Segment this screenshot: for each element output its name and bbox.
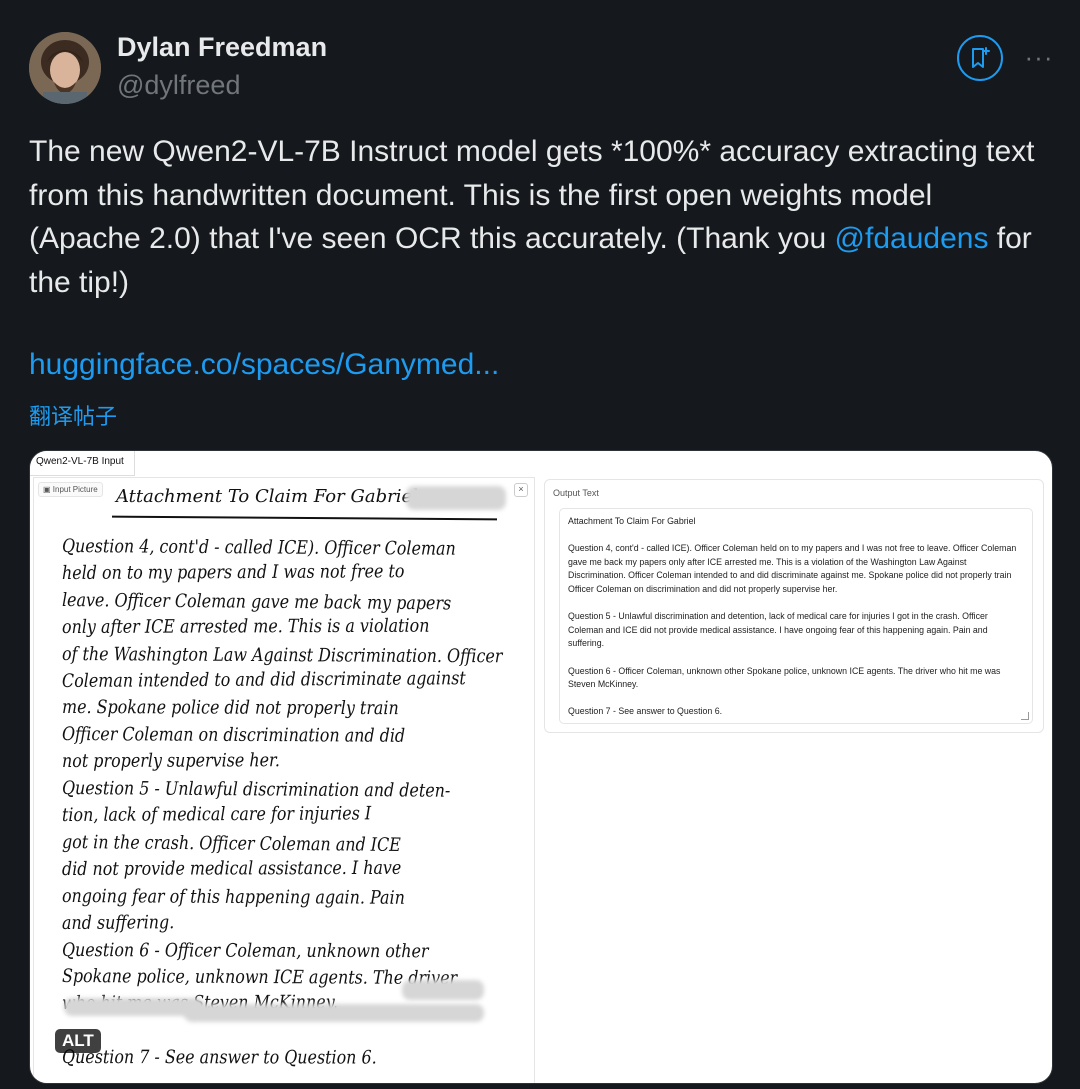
author-handle[interactable]: @dylfreed xyxy=(117,70,240,101)
mention-link[interactable]: @fdaudens xyxy=(835,222,989,255)
bookmark-sparkle-button[interactable] xyxy=(957,35,1003,81)
input-picture-label: ▣ Input Picture xyxy=(38,482,103,497)
handwritten-line: Question 6 - Officer Coleman, unknown ot… xyxy=(61,939,429,962)
output-text-panel: Output Text Attachment To Claim For Gabr… xyxy=(544,479,1044,733)
redaction-mark xyxy=(402,980,484,1000)
handwritten-line: Officer Coleman on discrimination and di… xyxy=(61,724,406,748)
handwritten-title: Attachment To Claim For Gabriel xyxy=(116,486,418,507)
handwritten-line: Question 5 - Unlawful discrimination and… xyxy=(61,778,451,802)
handwritten-line: Coleman intended to and did discriminate… xyxy=(61,667,466,692)
handwritten-line: ongoing fear of this happening again. Pa… xyxy=(61,885,405,909)
handwritten-line: and suffering. xyxy=(61,911,175,934)
tab-qwen-input[interactable]: Qwen2-VL-7B Input xyxy=(30,451,135,476)
bookmark-sparkle-icon xyxy=(972,47,990,68)
profile-photo-icon xyxy=(29,32,101,104)
close-icon[interactable]: × xyxy=(514,483,528,497)
translate-post-link[interactable]: 翻译帖子 xyxy=(29,399,117,431)
redaction-mark xyxy=(184,1004,484,1022)
external-link[interactable]: huggingface.co/spaces/Ganymed... xyxy=(29,348,499,382)
alt-text-badge[interactable]: ALT xyxy=(55,1029,101,1053)
more-horizontal-icon: ··· xyxy=(1024,41,1054,72)
author-name[interactable]: Dylan Freedman xyxy=(117,32,327,63)
handwritten-line: only after ICE arrested me. This is a vi… xyxy=(61,615,430,638)
handwritten-line: Spokane police, unknown ICE agents. The … xyxy=(61,966,458,990)
handwritten-line: not properly supervise her. xyxy=(61,750,280,773)
handwritten-line: tion, lack of medical care for injuries … xyxy=(61,803,372,826)
title-underline xyxy=(111,515,498,520)
handwritten-line: Question 4, cont'd - called ICE). Office… xyxy=(61,536,456,560)
handwritten-line: me. Spokane police did not properly trai… xyxy=(61,697,399,720)
redaction-mark xyxy=(64,998,204,1016)
output-text-label: Output Text xyxy=(553,488,599,498)
attached-image[interactable]: Qwen2-VL-7B Input ▣ Input Picture × Atta… xyxy=(29,450,1053,1084)
handwritten-line: Question 7 - See answer to Question 6. xyxy=(61,1047,377,1069)
tweet-text: The new Qwen2-VL-7B Instruct model gets … xyxy=(29,130,1039,304)
image-icon: ▣ xyxy=(43,485,53,494)
handwritten-line: held on to my papers and I was not free … xyxy=(61,561,405,584)
handwritten-line: did not provide medical assistance. I ha… xyxy=(61,857,402,880)
resize-handle[interactable] xyxy=(1021,712,1029,720)
handwritten-line: of the Washington Law Against Discrimina… xyxy=(61,643,503,667)
more-button[interactable]: ··· xyxy=(1022,41,1056,72)
output-textarea[interactable]: Attachment To Claim For Gabriel Question… xyxy=(559,508,1033,724)
output-text: Attachment To Claim For Gabriel Question… xyxy=(568,516,1017,717)
avatar[interactable] xyxy=(29,32,101,104)
handwritten-line: got in the crash. Officer Coleman and IC… xyxy=(61,831,401,856)
handwritten-line: leave. Officer Coleman gave me back my p… xyxy=(61,589,452,615)
input-picture-panel: ▣ Input Picture × Attachment To Claim Fo… xyxy=(33,477,535,1083)
redaction-mark xyxy=(406,486,506,510)
